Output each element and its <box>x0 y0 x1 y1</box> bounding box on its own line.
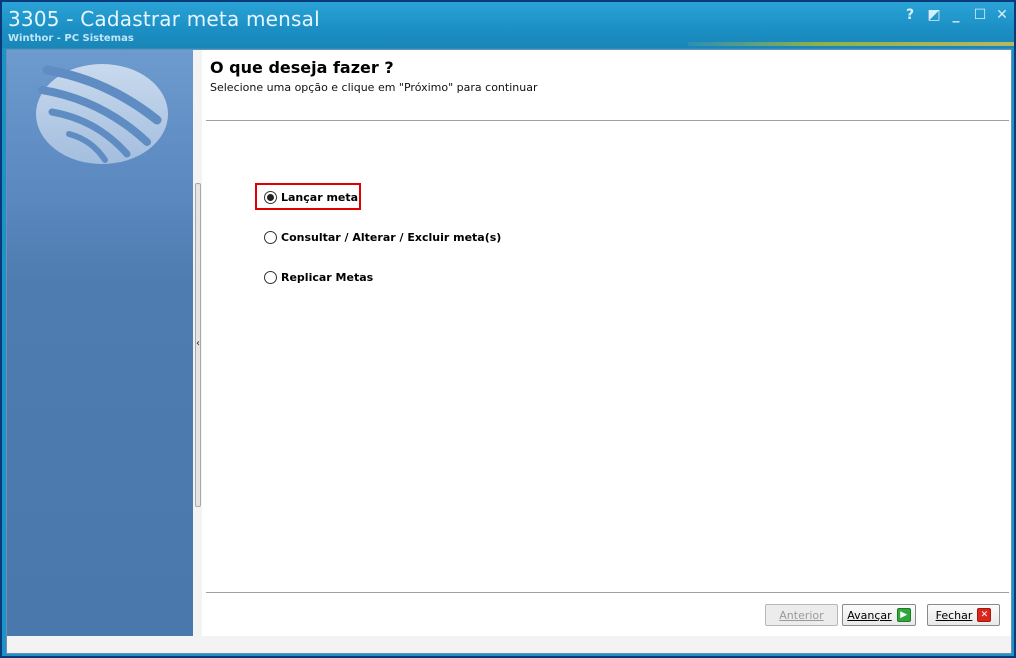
restore-alt-icon[interactable]: ◩ <box>926 7 942 23</box>
page-instruction: Selecione uma opção e clique em "Próximo… <box>210 81 538 94</box>
window-subtitle: Winthor - PC Sistemas <box>8 33 134 44</box>
option-replicar-metas[interactable]: Replicar Metas <box>264 268 373 286</box>
back-button-label: Anterior <box>779 608 824 622</box>
wizard-content: O que deseja fazer ? Selecione uma opção… <box>202 50 1011 636</box>
close-button-label: Fechar <box>935 608 973 622</box>
next-button[interactable]: Avançar ▶ <box>842 604 916 626</box>
client-area: ‹ O que deseja fazer ? Selecione uma opç… <box>6 49 1012 654</box>
header-divider <box>206 120 1009 122</box>
window-title: 3305 - Cadastrar meta mensal <box>8 7 320 31</box>
maximize-icon[interactable]: ☐ <box>972 7 988 23</box>
footer-divider <box>206 592 1009 594</box>
next-button-label: Avançar <box>847 608 892 622</box>
title-accent-stripe <box>688 42 1014 46</box>
minimize-icon[interactable]: _ <box>948 7 964 23</box>
app-window: 3305 - Cadastrar meta mensal Winthor - P… <box>0 0 1016 658</box>
option-label: Replicar Metas <box>281 270 374 284</box>
back-button[interactable]: Anterior <box>765 604 838 626</box>
option-lancar-meta[interactable]: Lançar meta <box>264 188 358 206</box>
title-bar[interactable]: 3305 - Cadastrar meta mensal Winthor - P… <box>2 2 1014 48</box>
radio-selected-icon[interactable] <box>264 190 277 204</box>
close-circle-icon: ✕ <box>977 608 992 622</box>
status-strip <box>7 636 1011 653</box>
page-title: O que deseja fazer ? <box>210 58 394 77</box>
radio-unselected-icon[interactable] <box>264 230 277 244</box>
close-button[interactable]: Fechar ✕ <box>927 604 1000 626</box>
winthor-logo-icon <box>36 64 168 164</box>
help-icon[interactable]: ? <box>902 7 918 23</box>
radio-unselected-icon[interactable] <box>264 270 277 284</box>
arrow-right-icon: ▶ <box>896 608 911 622</box>
option-label: Lançar meta <box>281 190 359 204</box>
close-icon[interactable]: ✕ <box>994 7 1010 23</box>
option-label: Consultar / Alterar / Excluir meta(s) <box>281 230 502 244</box>
collapse-arrow-icon[interactable]: ‹ <box>195 338 201 350</box>
wizard-sidebar <box>7 50 193 636</box>
option-consultar-alterar-excluir[interactable]: Consultar / Alterar / Excluir meta(s) <box>264 228 501 246</box>
